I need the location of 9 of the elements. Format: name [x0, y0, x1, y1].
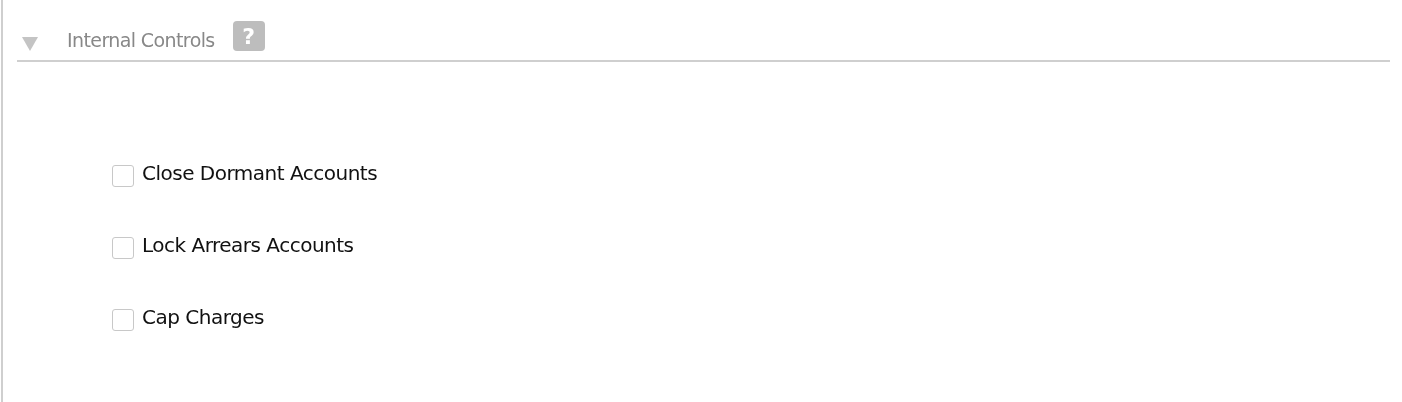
collapse-triangle-icon[interactable] — [21, 35, 39, 51]
checkbox-label: Close Dormant Accounts — [142, 161, 378, 185]
checkbox[interactable] — [112, 237, 134, 259]
checkbox-label: Lock Arrears Accounts — [142, 233, 354, 257]
checkbox-label: Cap Charges — [142, 305, 264, 329]
checkbox[interactable] — [112, 309, 134, 331]
help-icon[interactable]: ? — [232, 21, 265, 51]
section-title: Internal Controls — [67, 29, 215, 51]
checkbox[interactable] — [112, 165, 134, 187]
